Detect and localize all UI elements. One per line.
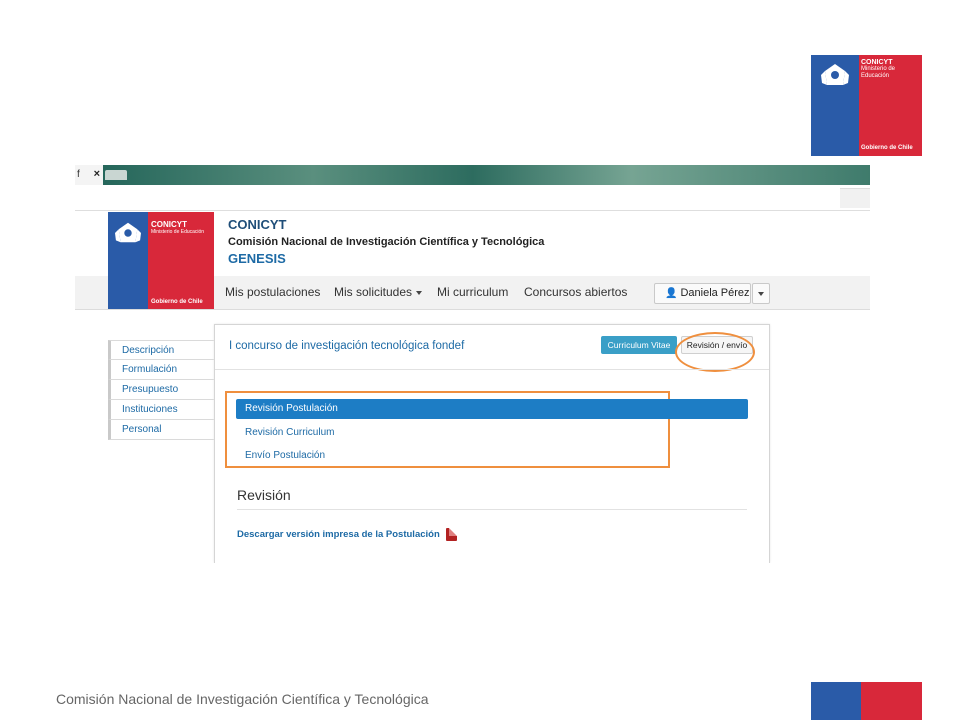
browser-toolbar-area: [840, 188, 870, 208]
user-icon: 👤: [665, 288, 678, 299]
section-heading: Revisión: [237, 487, 291, 503]
sidebar-item-descripcion[interactable]: Descripción: [108, 340, 215, 360]
download-print-link[interactable]: Descargar versión impresa de la Postulac…: [237, 528, 457, 541]
user-menu-toggle[interactable]: [752, 283, 770, 304]
chile-flag-stripe: [811, 682, 922, 720]
chile-coat-of-arms-icon: [115, 222, 141, 243]
caret-down-icon: [758, 292, 764, 296]
highlight-circle: [675, 332, 755, 372]
site-logo-brand: CONICYT: [151, 220, 187, 229]
step-revision-postulacion[interactable]: Revisión Postulación: [236, 399, 748, 419]
sidebar-item-personal[interactable]: Personal: [108, 420, 215, 440]
close-icon[interactable]: ×: [94, 168, 100, 180]
review-steps-list: Revisión Postulación Revisión Curriculum…: [236, 399, 748, 468]
pdf-icon[interactable]: [445, 528, 457, 541]
conicyt-corner-logo: CONICYT Ministerio de Educación Gobierno…: [811, 55, 922, 156]
new-tab-button[interactable]: [105, 170, 127, 180]
app-name: GENESIS: [228, 251, 286, 266]
nav-mi-curriculum[interactable]: Mi curriculum: [437, 285, 508, 299]
browser-window: f × CONICYT Ministerio de Educación Gobi…: [75, 165, 870, 563]
site-subtitle: Comisión Nacional de Investigación Cient…: [228, 236, 545, 248]
download-link-label: Descargar versión impresa de la Postulac…: [237, 529, 440, 541]
sidebar-item-instituciones[interactable]: Instituciones: [108, 400, 215, 420]
site-logo-government: Gobierno de Chile: [151, 299, 203, 305]
browser-tab[interactable]: f ×: [75, 165, 103, 185]
user-menu-button[interactable]: 👤 Daniela Pérez: [654, 283, 751, 304]
site-logo-ministry: Ministerio de Educación: [151, 229, 205, 235]
conicyt-site-logo[interactable]: CONICYT Ministerio de Educación Gobierno…: [108, 212, 214, 309]
corner-logo-government: Gobierno de Chile: [861, 145, 913, 151]
divider: [215, 369, 769, 370]
nav-mis-postulaciones[interactable]: Mis postulaciones: [225, 285, 320, 299]
nav-concursos-abiertos[interactable]: Concursos abiertos: [524, 285, 627, 299]
chile-coat-of-arms-icon: [821, 64, 849, 85]
curriculum-vitae-button[interactable]: Curriculum Vitae: [601, 336, 677, 354]
step-revision-curriculum[interactable]: Revisión Curriculum: [236, 422, 748, 445]
sidebar-item-presupuesto[interactable]: Presupuesto: [108, 380, 215, 400]
slide-footer-text: Comisión Nacional de Investigación Cient…: [56, 691, 429, 707]
nav-mis-solicitudes-label: Mis solicitudes: [334, 285, 413, 299]
divider: [237, 509, 747, 510]
nav-mis-solicitudes[interactable]: Mis solicitudes: [334, 285, 423, 299]
corner-logo-brand: CONICYT: [861, 59, 893, 66]
site-title: CONICYT: [228, 217, 287, 232]
caret-down-icon: [416, 290, 423, 295]
contest-title: I concurso de investigación tecnológica …: [229, 340, 465, 352]
application-sidebar: Descripción Formulación Presupuesto Inst…: [108, 340, 215, 440]
review-panel: I concurso de investigación tecnológica …: [214, 324, 770, 563]
browser-tab-label: f: [77, 169, 80, 180]
corner-logo-ministry: Ministerio de Educación: [861, 66, 896, 79]
browser-toolbar: [75, 185, 870, 211]
sidebar-item-formulacion[interactable]: Formulación: [108, 360, 215, 380]
step-envio-postulacion[interactable]: Envío Postulación: [236, 445, 748, 468]
user-name: Daniela Pérez: [680, 287, 750, 299]
browser-tab-bar: f ×: [75, 165, 870, 185]
